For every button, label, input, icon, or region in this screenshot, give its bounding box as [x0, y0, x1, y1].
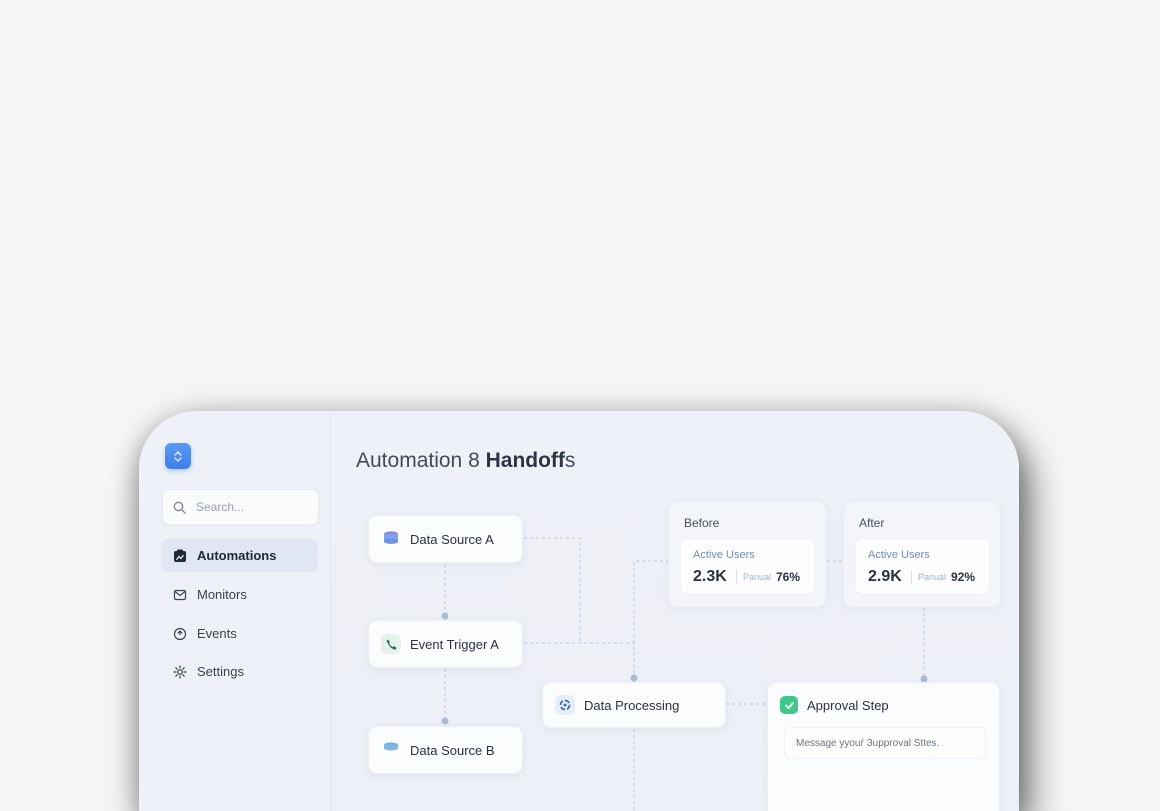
sidebar: Automations Monitors Events	[139, 411, 331, 811]
stat-tag: Panual	[743, 572, 772, 582]
stat-label: Active Users	[693, 549, 755, 561]
database-icon	[381, 740, 401, 760]
events-icon	[173, 627, 187, 641]
stat-percent: 92%	[951, 570, 976, 584]
sidebar-item-monitors[interactable]: Monitors	[161, 578, 318, 611]
search-box[interactable]	[162, 489, 319, 525]
node-data-processing[interactable]: Data Processing	[542, 682, 726, 728]
stat-value: 2.9K	[868, 568, 902, 585]
search-input[interactable]	[194, 499, 308, 515]
node-label: Data Source B	[410, 742, 495, 758]
search-icon	[173, 501, 186, 514]
sidebar-item-automations[interactable]: Automations	[161, 539, 318, 572]
sidebar-item-label: Settings	[197, 664, 244, 679]
after-panel: After Active Users 2.9K Panual 92%	[843, 501, 1001, 608]
page-title: Automation 8 Handoffs	[356, 449, 576, 472]
sidebar-item-label: Events	[197, 626, 237, 641]
sidebar-item-settings[interactable]: Settings	[161, 655, 318, 688]
sidebar-item-label: Monitors	[197, 587, 247, 602]
sidebar-item-events[interactable]: Events	[161, 617, 318, 650]
node-label: Data Source A	[410, 531, 494, 547]
stat-percent: 76%	[776, 570, 801, 584]
logo-icon	[174, 451, 182, 462]
node-approval-step[interactable]: Approval Step Message yyouŕ Зupproval S…	[767, 682, 1000, 811]
stat-divider	[911, 570, 912, 584]
before-stat-card: Active Users 2.3K Panual 76%	[680, 538, 815, 595]
node-label: Data Processing	[584, 697, 680, 713]
node-label: Event Trigger A	[410, 636, 499, 652]
approval-message-field[interactable]: Message yyouŕ Зupproval Sttes.	[784, 727, 986, 759]
gear-icon	[173, 664, 187, 679]
mail-icon	[173, 588, 187, 602]
node-data-source-b[interactable]: Data Source B	[368, 726, 523, 774]
processing-icon	[555, 695, 575, 715]
approval-message-text: Message yyouŕ Зupproval Sttes.	[796, 738, 940, 749]
stat-tag: Panual	[918, 572, 947, 582]
app-window: Automations Monitors Events	[139, 411, 1019, 811]
check-icon	[780, 696, 798, 714]
automations-icon	[173, 549, 187, 563]
after-stat-card: Active Users 2.9K Panual 92%	[855, 538, 990, 595]
stat-value: 2.3K	[693, 568, 727, 585]
node-data-source-a[interactable]: Data Source A	[368, 515, 523, 563]
before-label: Before	[684, 516, 720, 530]
stat-divider	[736, 570, 737, 584]
database-icon	[381, 529, 401, 549]
sidebar-item-label: Automations	[197, 548, 277, 563]
phone-icon	[381, 634, 401, 654]
app-logo[interactable]	[165, 443, 191, 469]
node-event-trigger-a[interactable]: Event Trigger A	[368, 620, 523, 668]
stat-label: Active Users	[868, 549, 930, 561]
node-label: Approval Step	[807, 697, 889, 713]
before-panel: Before Active Users 2.3K Panual 76%	[668, 501, 827, 608]
after-label: After	[859, 516, 885, 530]
